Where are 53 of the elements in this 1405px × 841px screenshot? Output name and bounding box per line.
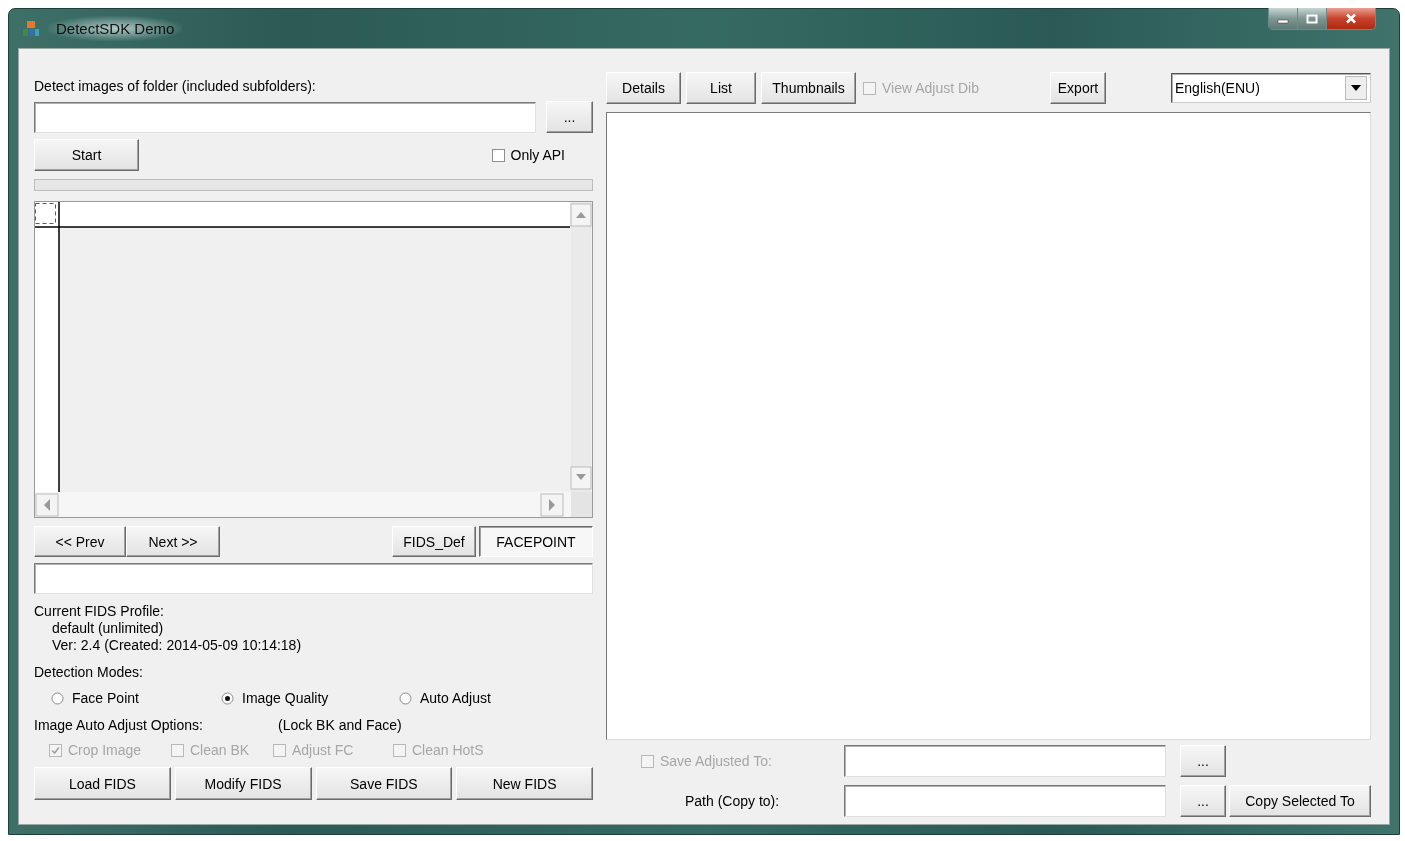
language-dropdown[interactable]: English(ENU) bbox=[1171, 73, 1371, 103]
status-field[interactable] bbox=[34, 563, 593, 594]
view-button[interactable]: List bbox=[686, 72, 756, 104]
maximize-icon bbox=[1306, 13, 1318, 24]
checkbox-label: Only API bbox=[510, 147, 565, 163]
section-label: Image Auto Adjust Options: bbox=[34, 717, 204, 733]
section-label: Detection Modes: bbox=[34, 664, 144, 680]
checkbox-label: Crop Image bbox=[68, 742, 142, 758]
checkbox-label: Save Adjusted To: bbox=[660, 753, 772, 769]
radio-button[interactable] bbox=[221, 691, 234, 705]
view-button[interactable]: Thumbnails bbox=[761, 72, 856, 104]
checkbox-label: Adjust FC bbox=[292, 742, 354, 758]
save-path-field[interactable] bbox=[844, 745, 1166, 777]
checkbox-label: Clean BK bbox=[190, 742, 250, 758]
fids-button[interactable]: Save FIDS bbox=[315, 767, 453, 800]
app-icon bbox=[22, 19, 40, 38]
folder-path-field[interactable] bbox=[34, 101, 536, 133]
empty-grid-drawing[interactable] bbox=[34, 201, 593, 518]
checkbox[interactable] bbox=[491, 148, 505, 162]
profile-heading: Current FIDS Profile: bbox=[34, 603, 165, 620]
fids-button[interactable]: Load FIDS bbox=[34, 767, 171, 800]
export-button[interactable]: Export bbox=[1050, 72, 1106, 104]
close-button[interactable] bbox=[1327, 8, 1375, 29]
copy-selected-button[interactable]: Copy Selected To bbox=[1229, 785, 1371, 817]
checkbox-label: View Adjust Dib bbox=[882, 80, 979, 96]
folder-label: Detect images of folder (included subfolders): bbox=[34, 78, 317, 96]
profile-name: default (unlimited) bbox=[51, 620, 165, 637]
radio-button[interactable] bbox=[399, 691, 412, 705]
dropdown-value: English(ENU) bbox=[1175, 80, 1260, 96]
minimize-button[interactable] bbox=[1269, 8, 1298, 29]
fids-button[interactable]: New FIDS bbox=[456, 767, 593, 800]
close-icon bbox=[1345, 13, 1357, 24]
profile-version: Ver: 2.4 (Created: 2014-05-09 10:14:18) bbox=[51, 637, 303, 654]
profile-tab[interactable]: FIDS_Def bbox=[392, 526, 476, 557]
browse-button[interactable]: ... bbox=[546, 101, 593, 133]
options-note: (Lock BK and Face) bbox=[278, 717, 402, 733]
radio-label: Image Quality bbox=[242, 690, 329, 706]
previous-button[interactable]: << Prev bbox=[34, 526, 126, 557]
view-button[interactable]: Details bbox=[606, 72, 681, 104]
window-title: DetectSDK Demo bbox=[48, 16, 183, 41]
next-button[interactable]: Next >> bbox=[126, 526, 220, 557]
maximize-button[interactable] bbox=[1298, 8, 1327, 29]
start-button[interactable]: Start bbox=[34, 139, 139, 171]
browse-button[interactable]: ... bbox=[1180, 785, 1226, 817]
radio-label: Face Point bbox=[72, 690, 139, 706]
radio-button[interactable] bbox=[51, 691, 64, 705]
profile-tab[interactable]: FACEPOINT bbox=[479, 526, 593, 557]
checkbox-label: Clean HotS bbox=[412, 742, 484, 758]
copy-path-field[interactable] bbox=[844, 785, 1166, 817]
fids-button[interactable]: Modify FIDS bbox=[174, 767, 312, 800]
dropdown-arrow-icon[interactable] bbox=[1351, 85, 1361, 91]
radio-label: Auto Adjust bbox=[420, 690, 491, 706]
path-label: Path (Copy to): bbox=[685, 793, 781, 809]
